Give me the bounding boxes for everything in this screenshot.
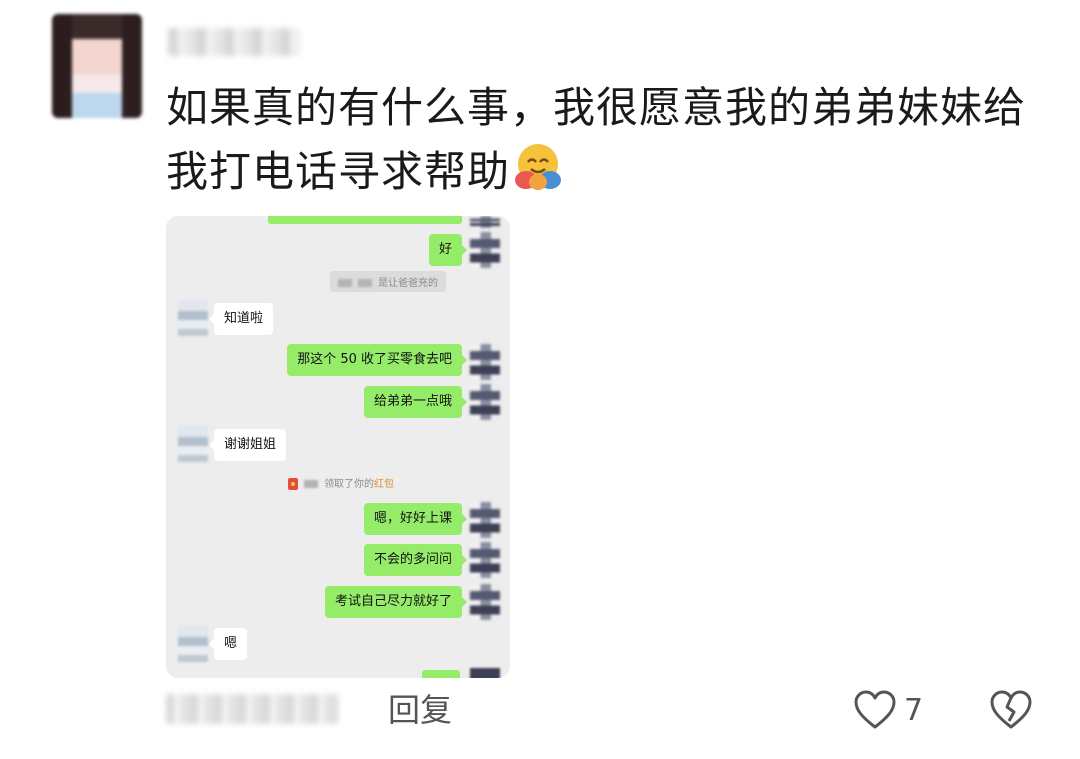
chat-bubble-sent: 考试自己尽力就好了 bbox=[324, 586, 468, 618]
chat-bubble-sent: 好 bbox=[428, 234, 468, 266]
avatar bbox=[470, 216, 500, 228]
commenter-avatar[interactable] bbox=[52, 14, 142, 118]
red-packet-notice: 领取了你的红包 bbox=[280, 472, 402, 493]
avatar bbox=[178, 300, 208, 336]
comment-timestamp-blurred bbox=[166, 694, 338, 724]
chat-bubble-sent: 嗯，好好上课 bbox=[363, 503, 468, 535]
chat-bubble-fragment bbox=[268, 216, 462, 224]
hugging-face-emoji-icon bbox=[512, 140, 564, 210]
redacted-name bbox=[358, 279, 372, 287]
comment-body: 如果真的有什么事，我很愿意我的弟弟妹妹给我打电话寻求帮助 bbox=[166, 83, 1027, 196]
comment-text: 如果真的有什么事，我很愿意我的弟弟妹妹给我打电话寻求帮助 bbox=[166, 76, 1026, 210]
chat-screenshot-image[interactable]: 好 是让爸爸充的 知道啦 那这个 50 收了买零食去吧 给弟弟一点哦 谢谢姐姐 … bbox=[166, 216, 510, 678]
chat-bubble-received: 嗯 bbox=[208, 628, 248, 660]
reply-button[interactable]: 回复 bbox=[388, 690, 452, 730]
commenter-username-blurred[interactable] bbox=[168, 28, 300, 56]
red-packet-link[interactable]: 红包 bbox=[374, 479, 394, 490]
chat-bubble-sent: 那这个 50 收了买零食去吧 bbox=[287, 344, 467, 376]
chat-bubble-received: 知道啦 bbox=[208, 303, 274, 335]
red-packet-notice-text: 领取了你的 bbox=[324, 479, 374, 490]
red-packet-icon bbox=[288, 478, 298, 490]
like-count: 7 bbox=[904, 693, 924, 728]
chat-bubble-fragment bbox=[422, 670, 460, 678]
broken-heart-icon[interactable] bbox=[988, 688, 1034, 734]
system-notice: 是让爸爸充的 bbox=[330, 271, 446, 292]
redacted-name bbox=[338, 279, 352, 287]
avatar bbox=[178, 626, 208, 662]
system-notice-text: 是让爸爸充的 bbox=[378, 278, 438, 289]
avatar bbox=[470, 384, 500, 420]
redacted-name bbox=[304, 480, 318, 488]
chat-bubble-received: 谢谢姐姐 bbox=[208, 429, 287, 461]
avatar bbox=[470, 502, 500, 538]
avatar bbox=[470, 584, 500, 620]
avatar bbox=[470, 344, 500, 380]
avatar bbox=[470, 232, 500, 268]
avatar bbox=[470, 668, 500, 678]
avatar bbox=[178, 426, 208, 462]
heart-icon[interactable] bbox=[852, 688, 898, 734]
avatar bbox=[470, 542, 500, 578]
chat-bubble-sent: 不会的多问问 bbox=[363, 544, 468, 576]
chat-bubble-sent: 给弟弟一点哦 bbox=[363, 386, 468, 418]
